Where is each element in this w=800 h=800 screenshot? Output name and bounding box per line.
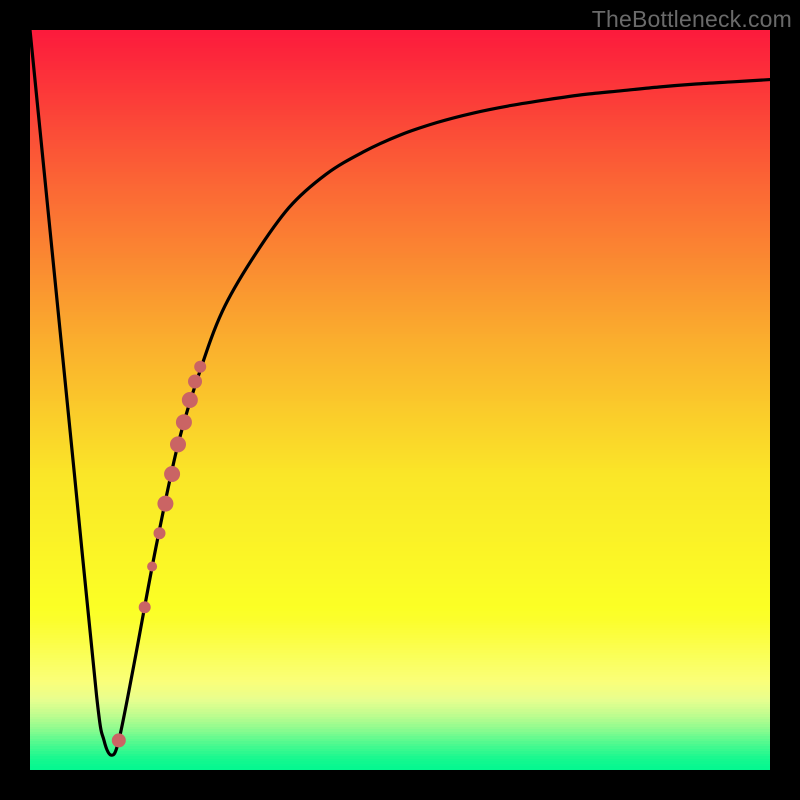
curve-marker	[154, 527, 166, 539]
curve-marker	[139, 601, 151, 613]
curve-marker	[176, 414, 192, 430]
watermark-text: TheBottleneck.com	[592, 6, 792, 33]
curve-marker	[147, 562, 157, 572]
curve-marker	[164, 466, 180, 482]
curve-marker	[157, 496, 173, 512]
plot-area	[30, 30, 770, 770]
bottleneck-curve	[30, 30, 770, 755]
curve-marker	[188, 375, 202, 389]
chart-frame: TheBottleneck.com	[0, 0, 800, 800]
curve-marker	[112, 733, 126, 747]
curve-marker	[194, 361, 206, 373]
curve-layer	[30, 30, 770, 770]
marker-group	[112, 361, 206, 748]
curve-marker	[170, 436, 186, 452]
curve-marker	[182, 392, 198, 408]
